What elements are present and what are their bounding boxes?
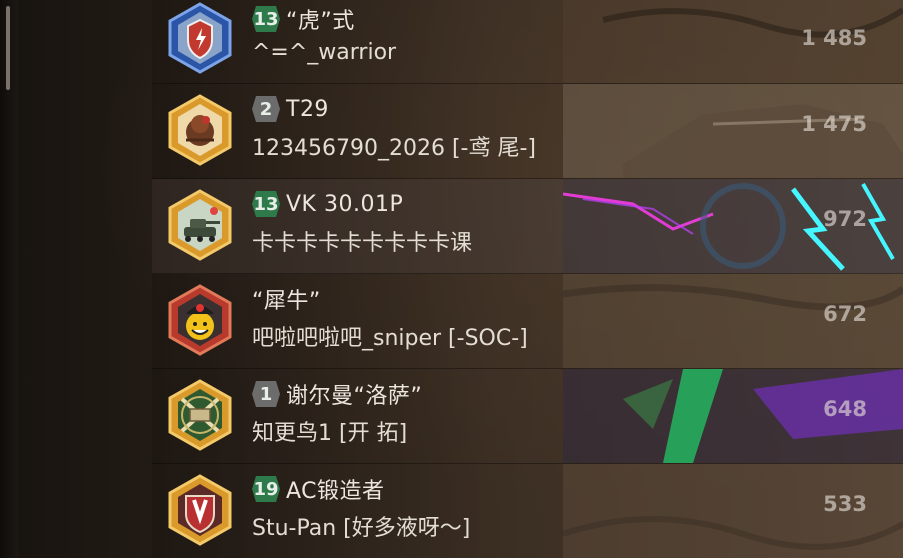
scrollbar-thumb[interactable] [6, 6, 10, 90]
tank-name: “虎”式 [286, 9, 355, 34]
tank-name: 谢尔曼“洛萨” [286, 384, 423, 409]
player-name: 知更鸟1 [开 拓] [252, 421, 408, 446]
score-value: 972 [823, 207, 867, 231]
player-name: ^=^_warrior [252, 40, 397, 65]
player-name: 吧啦吧啦吧_sniper [-SOC-] [252, 326, 528, 351]
tier-badge: 13 [252, 191, 280, 217]
tier-badge: 2 [252, 96, 280, 122]
leaderboard-row[interactable]: 13 VK 30.01P 卡卡卡卡卡卡卡卡卡课 972 [152, 179, 903, 274]
lightning-shield-icon [168, 474, 232, 546]
tier-badge: 19 [252, 476, 280, 502]
crossed-swords-icon [168, 379, 232, 451]
tier-badge: 13 [252, 6, 280, 32]
tank-name: AC锻造者 [286, 479, 385, 504]
tank-name: T29 [286, 96, 329, 122]
smiley-icon [168, 284, 232, 356]
player-name: Stu-Pan [好多液呀～] [252, 516, 471, 541]
leaderboard-panel: 13 “虎”式 ^=^_warrior 1 485 2 T29 12345679… [0, 0, 903, 558]
tank-icon [168, 189, 232, 261]
leaderboard-row[interactable]: “犀牛” 吧啦吧啦吧_sniper [-SOC-] 672 [152, 274, 903, 369]
score-value: 1 485 [801, 26, 867, 50]
score-value: 672 [823, 302, 867, 326]
tank-name: VK 30.01P [286, 191, 404, 217]
score-value: 533 [823, 492, 867, 516]
leaderboard-row[interactable]: 13 “虎”式 ^=^_warrior 1 485 [152, 0, 903, 84]
leaderboard-row[interactable]: 1 谢尔曼“洛萨” 知更鸟1 [开 拓] 648 [152, 369, 903, 464]
tank-name: “犀牛” [252, 289, 321, 314]
turkey-icon [168, 94, 232, 166]
leaderboard-list: 13 “虎”式 ^=^_warrior 1 485 2 T29 12345679… [152, 0, 903, 558]
tier-badge: 1 [252, 381, 280, 407]
shield-icon [168, 2, 232, 74]
player-name: 卡卡卡卡卡卡卡卡卡课 [252, 231, 473, 256]
score-value: 648 [823, 397, 867, 421]
leaderboard-row[interactable]: 19 AC锻造者 Stu-Pan [好多液呀～] 533 [152, 464, 903, 558]
player-name: 123456790_2026 [-鸢 尾-] [252, 136, 536, 161]
leaderboard-row[interactable]: 2 T29 123456790_2026 [-鸢 尾-] 1 475 [152, 84, 903, 179]
scrollbar[interactable] [0, 0, 18, 558]
score-value: 1 475 [801, 112, 867, 136]
